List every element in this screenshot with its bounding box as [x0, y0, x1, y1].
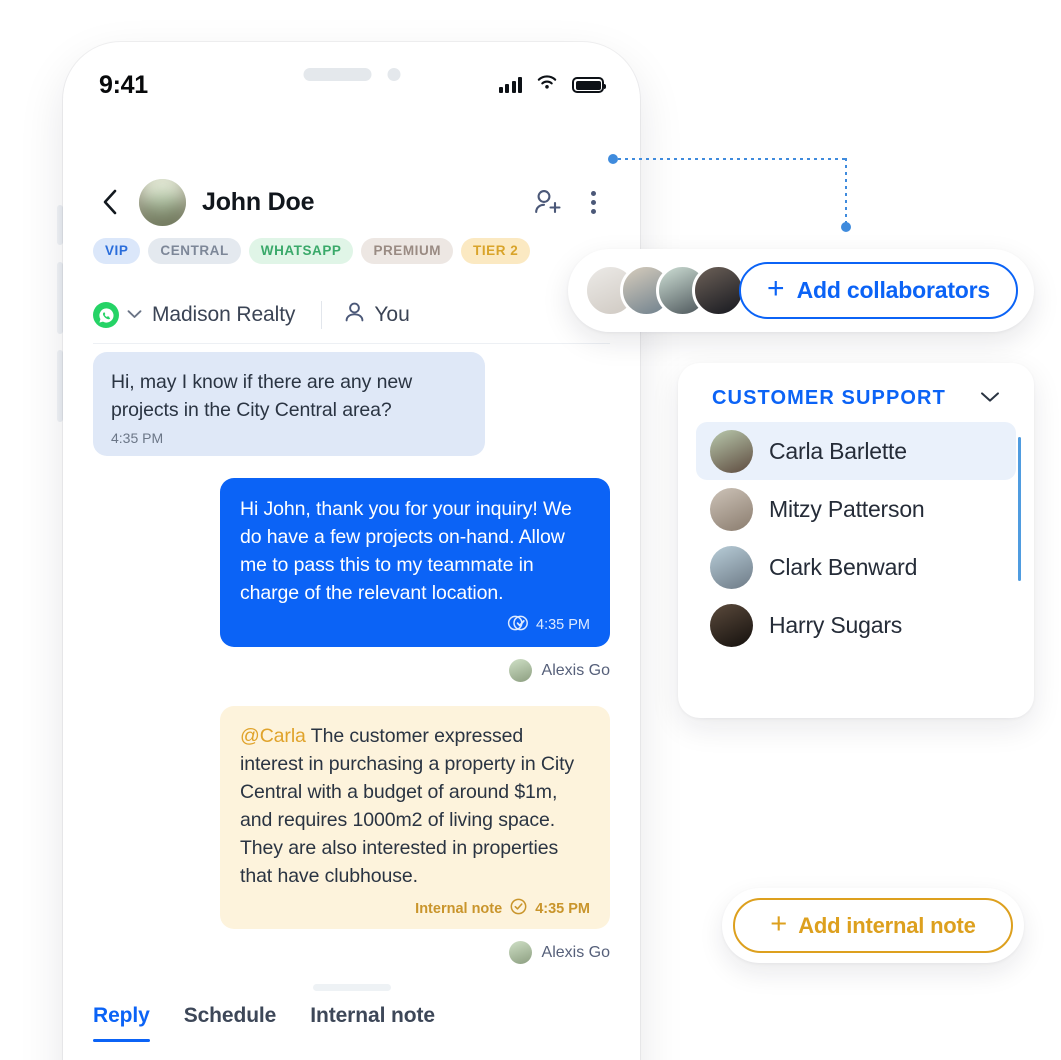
status-badge[interactable]: TIER 2: [461, 238, 531, 264]
message-sender: Alexis Go: [93, 659, 610, 682]
avatar: [710, 429, 753, 473]
avatar: [710, 545, 753, 589]
plus-icon: +: [770, 907, 788, 940]
add-collaborators-button[interactable]: + Add collaborators: [739, 262, 1018, 319]
avatar: [710, 487, 753, 531]
message-sender-name: Alexis Go: [541, 943, 610, 961]
list-item[interactable]: Mitzy Patterson: [696, 480, 1016, 538]
message-list: Hi, may I know if there are any new proj…: [63, 352, 640, 964]
message-timestamp: 4:35 PM: [536, 617, 590, 633]
assignee-label: You: [374, 303, 410, 326]
status-badge[interactable]: CENTRAL: [148, 238, 241, 264]
check-circle-icon: [510, 898, 527, 919]
composer-tabs: Reply Schedule Internal note: [63, 1004, 640, 1042]
signal-bars-icon: [498, 77, 522, 93]
message-sender-name: Alexis Go: [541, 661, 610, 679]
customer-support-title: CUSTOMER SUPPORT: [712, 387, 946, 409]
status-bar-icons: [498, 74, 606, 96]
status-bar: 9:41: [63, 42, 640, 108]
avatar[interactable]: [139, 178, 186, 226]
mention-token[interactable]: @Carla: [240, 725, 306, 747]
agent-name: Clark Benward: [769, 553, 918, 580]
message-timestamp: 4:35 PM: [535, 900, 590, 917]
channel-account-name[interactable]: Madison Realty: [152, 303, 295, 327]
double-check-read-icon: [507, 615, 529, 635]
add-internal-note-button[interactable]: + Add internal note: [733, 898, 1013, 953]
phone-mockup: 9:41 John Doe VIP CENTRAL WHATSAPP PREMI…: [63, 42, 640, 1060]
note-body: The customer expressed interest in purch…: [240, 725, 575, 887]
avatar: [508, 941, 532, 964]
speaker-slot: [303, 68, 371, 81]
chevron-down-icon[interactable]: [127, 306, 142, 324]
back-chevron-icon[interactable]: [93, 186, 125, 218]
message-text: @Carla The customer expressed interest i…: [240, 722, 590, 890]
add-internal-note-card: + Add internal note: [722, 888, 1024, 963]
connector-line-horizontal: [618, 158, 848, 160]
tab-schedule[interactable]: Schedule: [184, 1004, 277, 1042]
customer-support-panel: CUSTOMER SUPPORT Carla Barlette Mitzy Pa…: [678, 363, 1034, 718]
connector-line-vertical: [845, 158, 847, 224]
scrollbar[interactable]: [1018, 437, 1021, 581]
message-timestamp: 4:35 PM: [111, 430, 164, 446]
front-camera: [387, 68, 400, 81]
wifi-icon: [536, 74, 558, 96]
kebab-menu-icon[interactable]: [583, 187, 604, 218]
list-item[interactable]: Carla Barlette: [696, 422, 1016, 480]
agent-name: Harry Sugars: [769, 611, 903, 638]
tab-reply[interactable]: Reply: [93, 1004, 150, 1042]
collaborator-avatar-stack: [584, 264, 745, 317]
message-text: Hi John, thank you for your inquiry! We …: [240, 498, 572, 604]
divider: [321, 301, 323, 329]
agent-name: Carla Barlette: [769, 437, 907, 464]
tab-internal-note[interactable]: Internal note: [310, 1004, 435, 1042]
customer-support-header[interactable]: CUSTOMER SUPPORT: [696, 387, 1016, 410]
add-person-icon[interactable]: [533, 188, 563, 216]
status-badge[interactable]: WHATSAPP: [248, 238, 354, 264]
page-title: John Doe: [202, 187, 315, 216]
message-text: Hi, may I know if there are any new proj…: [111, 371, 413, 421]
drag-handle[interactable]: [312, 984, 391, 991]
connector-dot-end: [841, 222, 851, 232]
battery-icon: [572, 77, 606, 93]
divider: [93, 343, 610, 344]
tag-list: VIP CENTRAL WHATSAPP PREMIUM TIER 2: [63, 238, 640, 264]
status-badge[interactable]: VIP: [93, 238, 141, 264]
add-collaborators-card: + Add collaborators: [568, 249, 1034, 332]
add-internal-note-label: Add internal note: [798, 912, 976, 938]
person-icon: [344, 301, 365, 329]
add-collaborators-label: Add collaborators: [796, 277, 991, 303]
agent-name: Mitzy Patterson: [769, 495, 925, 522]
message-sender: Alexis Go: [93, 941, 610, 964]
whatsapp-icon: [93, 302, 119, 328]
message-meta: 4:35 PM: [240, 615, 590, 635]
avatar: [710, 603, 753, 647]
message-bubble-incoming[interactable]: Hi, may I know if there are any new proj…: [93, 352, 485, 456]
dynamic-island: [303, 68, 400, 81]
message-bubble-outgoing[interactable]: Hi John, thank you for your inquiry! We …: [220, 478, 610, 647]
plus-icon: +: [767, 272, 785, 305]
connector-dot-start: [608, 154, 618, 164]
internal-note-label: Internal note: [415, 900, 503, 917]
message-bubble-internal-note[interactable]: @Carla The customer expressed interest i…: [220, 706, 610, 929]
status-badge[interactable]: PREMIUM: [361, 238, 454, 264]
list-item[interactable]: Harry Sugars: [696, 596, 1016, 654]
note-meta: Internal note 4:35 PM: [240, 898, 590, 919]
status-bar-clock: 9:41: [99, 70, 148, 99]
header-actions: [533, 187, 604, 218]
screenshot-root: 9:41 John Doe VIP CENTRAL WHATSAPP PREMI…: [0, 0, 1061, 1060]
chat-header: John Doe: [63, 162, 640, 242]
avatar: [508, 659, 532, 682]
chevron-down-icon[interactable]: [980, 390, 1000, 408]
assignee[interactable]: You: [344, 301, 410, 329]
channel-row: Madison Realty You: [63, 287, 640, 343]
list-item[interactable]: Clark Benward: [696, 538, 1016, 596]
avatar[interactable]: [692, 264, 745, 317]
